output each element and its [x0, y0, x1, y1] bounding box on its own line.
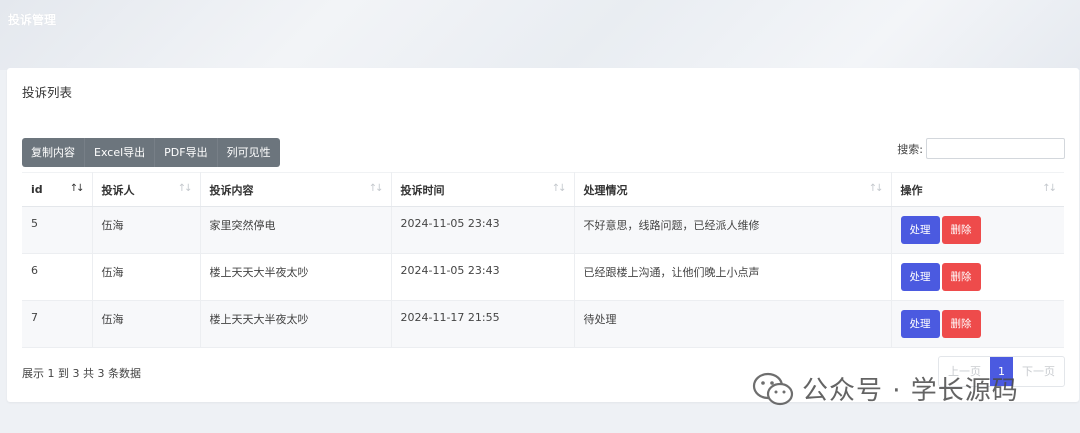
cell-actions: 处理 删除: [891, 206, 1064, 254]
cell-person: 伍海: [92, 206, 201, 254]
export-toolbar: 复制内容 Excel导出 PDF导出 列可见性: [22, 138, 280, 167]
excel-export-button[interactable]: Excel导出: [85, 138, 156, 167]
cell-status: 已经跟楼上沟通，让他们晚上小点声: [574, 253, 892, 301]
table-header-row: id ↑↓ 投诉人 ↑↓ 投诉内容 ↑↓ 投诉时间 ↑↓ 处理情况 ↑↓ 操作 ↑↓: [22, 172, 1064, 207]
sort-icon: ↑↓: [368, 183, 384, 194]
sort-icon: ↑↓: [1042, 183, 1057, 194]
pdf-export-button[interactable]: PDF导出: [155, 138, 218, 167]
cell-id: 6: [22, 253, 93, 301]
column-header-content[interactable]: 投诉内容 ↑↓: [200, 172, 392, 207]
copy-button[interactable]: 复制内容: [22, 138, 85, 167]
table-row: 5 伍海 家里突然停电 2024-11-05 23:43 不好意思，线路问题，已…: [22, 206, 1064, 254]
process-button[interactable]: 处理: [900, 263, 940, 291]
cell-content: 楼上天天大半夜太吵: [200, 300, 392, 348]
cell-id: 7: [22, 300, 93, 348]
cell-actions: 处理 删除: [891, 300, 1064, 348]
table-info: 展示 1 到 3 共 3 条数据: [22, 367, 141, 380]
cell-time: 2024-11-05 23:43: [391, 206, 575, 254]
complaint-list-card: 投诉列表 复制内容 Excel导出 PDF导出 列可见性 搜索: id ↑↓ 投诉…: [7, 68, 1079, 402]
cell-person: 伍海: [92, 253, 201, 301]
cell-person: 伍海: [92, 300, 201, 348]
process-button[interactable]: 处理: [900, 216, 940, 244]
wechat-icon: [752, 372, 794, 405]
cell-actions: 处理 删除: [891, 253, 1064, 301]
column-header-actions[interactable]: 操作 ↑↓: [891, 172, 1064, 207]
sort-asc-icon: ↑↓: [69, 183, 85, 194]
column-visibility-button[interactable]: 列可见性: [218, 138, 280, 167]
next-page-button[interactable]: 下一页: [1013, 357, 1064, 386]
sort-icon: ↑↓: [551, 183, 567, 194]
card-title: 投诉列表: [22, 85, 73, 100]
cell-content: 家里突然停电: [200, 206, 392, 254]
column-header-time[interactable]: 投诉时间 ↑↓: [391, 172, 575, 207]
cell-status: 不好意思，线路问题，已经派人维修: [574, 206, 892, 254]
complaint-table: id ↑↓ 投诉人 ↑↓ 投诉内容 ↑↓ 投诉时间 ↑↓ 处理情况 ↑↓ 操作 ↑↓ 5 伍…: [22, 172, 1064, 348]
delete-button[interactable]: 删除: [941, 263, 981, 291]
delete-button[interactable]: 删除: [941, 310, 981, 338]
cell-id: 5: [22, 206, 93, 254]
process-button[interactable]: 处理: [900, 310, 940, 338]
cell-content: 楼上天天大半夜太吵: [200, 253, 392, 301]
search-label: 搜索:: [897, 142, 923, 156]
table-row: 7 伍海 楼上天天大半夜太吵 2024-11-17 21:55 待处理 处理 删除: [22, 300, 1064, 348]
column-header-id[interactable]: id ↑↓: [22, 172, 93, 207]
cell-time: 2024-11-17 21:55: [391, 300, 575, 348]
cell-time: 2024-11-05 23:43: [391, 253, 575, 301]
watermark-text: 公众号 · 学长源码: [802, 376, 1019, 406]
page-title: 投诉管理: [8, 13, 57, 27]
cell-status: 待处理: [574, 300, 892, 348]
sort-icon: ↑↓: [868, 183, 884, 194]
table-row: 6 伍海 楼上天天大半夜太吵 2024-11-05 23:43 已经跟楼上沟通，…: [22, 253, 1064, 301]
watermark: 公众号 · 学长源码: [752, 370, 1019, 407]
header-background: [0, 0, 1080, 70]
column-header-person[interactable]: 投诉人 ↑↓: [92, 172, 201, 207]
column-header-status[interactable]: 处理情况 ↑↓: [574, 172, 892, 207]
delete-button[interactable]: 删除: [941, 216, 981, 244]
search-box: 搜索:: [897, 138, 1065, 159]
search-input[interactable]: [926, 138, 1065, 159]
sort-icon: ↑↓: [177, 183, 193, 194]
